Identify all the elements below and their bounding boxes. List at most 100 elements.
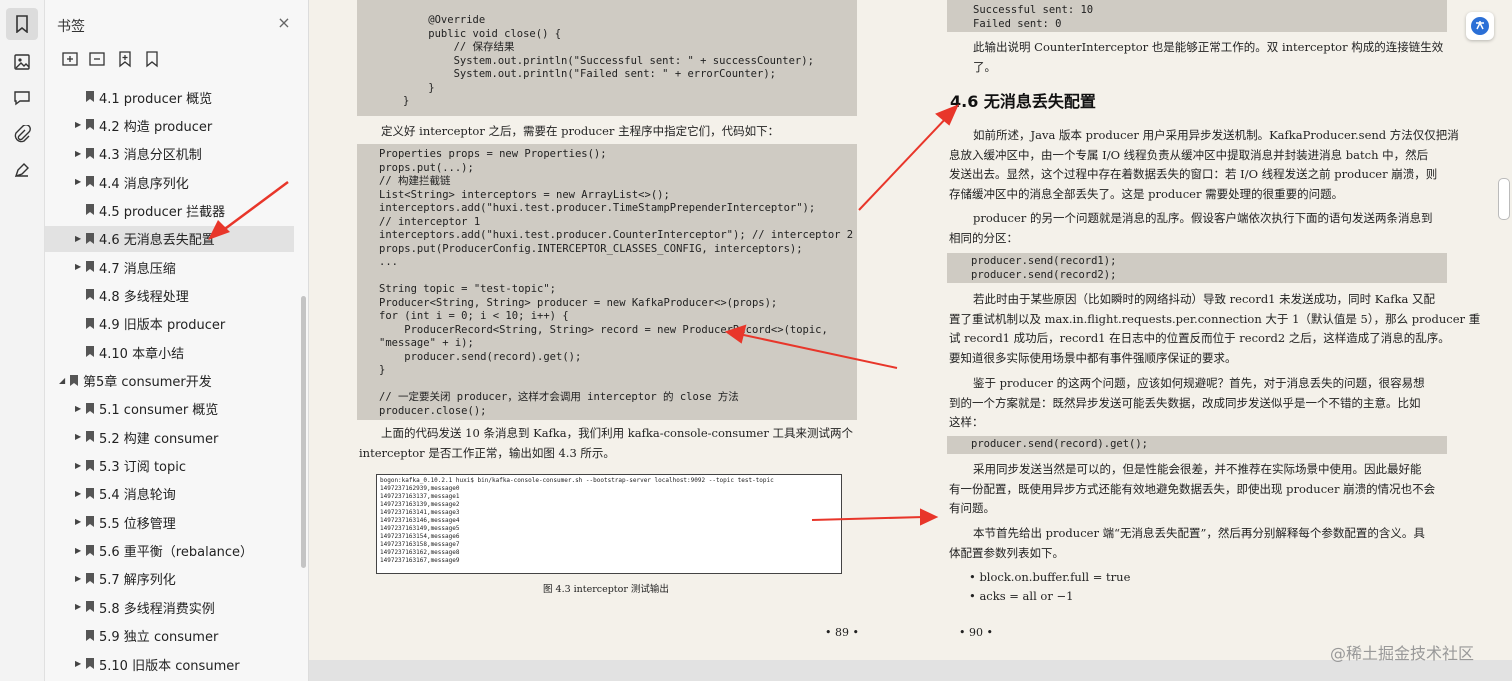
expand-caret-icon[interactable]: ▶ <box>75 262 83 272</box>
expand-all-icon[interactable] <box>61 50 79 68</box>
panel-scrollbar-thumb[interactable] <box>301 296 306 568</box>
expand-caret-icon[interactable]: ▶ <box>75 432 83 442</box>
document-scrollbar-thumb[interactable] <box>1498 178 1510 220</box>
bookmark-item[interactable]: ▶ 4.3 消息分区机制 <box>45 141 294 167</box>
expand-caret-icon[interactable]: ▶ <box>75 120 83 130</box>
bookmark-label: 4.4 消息序列化 <box>99 176 189 192</box>
bookmark-panel-icon[interactable] <box>6 8 38 40</box>
translate-button[interactable] <box>1466 12 1494 40</box>
bookmark-label: 5.5 位移管理 <box>99 516 176 532</box>
arrow-head <box>935 104 959 126</box>
bookmark-item[interactable]: ▶ 4.7 消息压缩 <box>45 254 294 280</box>
expand-caret-icon[interactable]: ▶ <box>75 517 83 527</box>
expand-caret-icon[interactable]: ▶ <box>75 461 83 471</box>
bookmark-label: 4.1 producer 概览 <box>99 91 213 107</box>
document-viewer[interactable]: @Override public void close() { // 保存结果 … <box>309 0 1512 681</box>
collapse-all-icon[interactable] <box>88 50 106 68</box>
bookmark-icon <box>86 317 94 329</box>
bookmark-icon <box>86 289 94 301</box>
expand-caret-icon[interactable]: ▶ <box>75 574 83 584</box>
bookmark-icon <box>86 487 94 499</box>
bookmark-item[interactable]: ▶ 5.1 consumer 概览 <box>45 396 294 422</box>
bookmark-icon <box>86 658 94 669</box>
bookmark-icon <box>86 516 94 528</box>
arrow-head <box>724 324 747 344</box>
bookmark-item[interactable]: ▶ 5.2 构建 consumer <box>45 424 294 450</box>
bookmark-label: 5.4 消息轮询 <box>99 488 176 504</box>
expand-caret-icon[interactable]: ▶ <box>75 546 83 556</box>
bookmark-item[interactable]: 4.10 本章小结 <box>45 339 294 365</box>
bookmark-icon <box>86 459 94 471</box>
bookmark-label: 4.8 多线程处理 <box>99 289 189 305</box>
image-icon[interactable] <box>6 46 38 78</box>
panel-title: 书签 <box>57 19 85 35</box>
bookmark-icon <box>86 91 94 102</box>
bookmark-icon <box>86 147 94 159</box>
bookmark-item[interactable]: 4.1 producer 概览 <box>45 84 294 110</box>
expand-caret-icon[interactable]: ▶ <box>75 404 83 414</box>
bookmark-label: 5.6 重平衡（rebalance） <box>99 545 254 561</box>
page-spread: @Override public void close() { // 保存结果 … <box>309 0 1512 660</box>
bookmark-item[interactable]: ▶ 5.10 旧版本 consumer <box>45 651 294 677</box>
bookmark-label: 4.10 本章小结 <box>99 346 185 362</box>
bookmark-icon <box>86 232 94 244</box>
bookmark-label: 4.3 消息分区机制 <box>99 148 202 164</box>
bookmark-options-icon[interactable] <box>143 50 161 68</box>
bookmark-icon <box>70 374 78 386</box>
translate-icon <box>1471 17 1489 35</box>
expand-caret-icon[interactable]: ▶ <box>75 234 83 244</box>
attachment-icon[interactable] <box>6 118 38 150</box>
bookmark-item[interactable]: ▶ 5.8 多线程消费实例 <box>45 594 294 620</box>
arrow-line <box>811 516 925 521</box>
expand-caret-icon[interactable]: ▶ <box>75 149 83 159</box>
bookmark-item[interactable]: 5.9 独立 consumer <box>45 623 294 649</box>
bookmark-panel: 书签 × 4.1 producer 概览 ▶ 4.2 构造 producer ▶ 4.3… <box>45 0 309 681</box>
bookmark-label: 4.9 旧版本 producer <box>99 318 226 334</box>
bookmark-label: 5.2 构建 consumer <box>99 431 219 447</box>
expand-caret-icon[interactable]: ▶ <box>75 489 83 499</box>
bookmark-item[interactable]: ▶ 5.4 消息轮询 <box>45 481 294 507</box>
bookmark-label: 5.8 多线程消费实例 <box>99 601 215 617</box>
bookmark-item[interactable]: 4.9 旧版本 producer <box>45 311 294 337</box>
bookmark-label: 5.1 consumer 概览 <box>99 403 219 419</box>
collapse-caret-icon[interactable]: ◢ <box>59 376 67 386</box>
annotation-arrows <box>724 104 959 526</box>
comment-icon[interactable] <box>6 82 38 114</box>
bookmark-icon <box>86 204 94 216</box>
bookmark-icon <box>86 346 94 358</box>
bookmark-item[interactable]: ▶ 5.7 解序列化 <box>45 566 294 592</box>
bookmark-icon <box>86 176 94 188</box>
bookmark-label: 4.7 消息压缩 <box>99 261 176 277</box>
bookmark-item[interactable]: ▶ 4.2 构造 producer <box>45 112 294 138</box>
bookmark-icon <box>86 402 94 414</box>
icon-rail <box>0 0 45 681</box>
bookmark-icon <box>86 544 94 556</box>
arrow-head <box>920 508 939 526</box>
close-icon[interactable]: × <box>275 14 293 32</box>
bookmark-item[interactable]: ▶ 5.3 订阅 topic <box>45 453 294 479</box>
arrow-line <box>858 114 950 211</box>
watermark: @稀土掘金技术社区 <box>1330 644 1475 663</box>
bookmark-label: 5.9 独立 consumer <box>99 630 219 646</box>
signature-icon[interactable] <box>6 154 38 186</box>
expand-caret-icon[interactable]: ▶ <box>75 659 83 669</box>
bookmark-item[interactable]: ▶ 5.6 重平衡（rebalance） <box>45 538 294 564</box>
add-bookmark-icon[interactable] <box>116 50 134 68</box>
arrow-line <box>738 333 898 369</box>
expand-caret-icon[interactable]: ▶ <box>75 177 83 187</box>
bookmark-label: 5.10 旧版本 consumer <box>99 658 240 674</box>
bookmark-icon <box>86 629 94 641</box>
bookmark-label: 4.6 无消息丢失配置 <box>99 233 215 249</box>
expand-caret-icon[interactable]: ▶ <box>75 602 83 612</box>
bookmark-item[interactable]: ◢ 第5章 consumer开发 <box>45 368 294 394</box>
bookmark-icon <box>86 601 94 613</box>
bookmark-label: 4.2 构造 producer <box>99 119 213 135</box>
bookmark-icon <box>86 431 94 443</box>
bookmark-icon <box>86 261 94 273</box>
bookmark-icon <box>86 572 94 584</box>
bookmark-item[interactable]: ▶ 5.5 位移管理 <box>45 509 294 535</box>
bookmark-label: 第5章 consumer开发 <box>83 375 212 390</box>
bookmark-label: 5.7 解序列化 <box>99 573 176 589</box>
bookmark-item[interactable]: 4.8 多线程处理 <box>45 282 294 308</box>
panel-annotation-arrow <box>208 180 289 240</box>
